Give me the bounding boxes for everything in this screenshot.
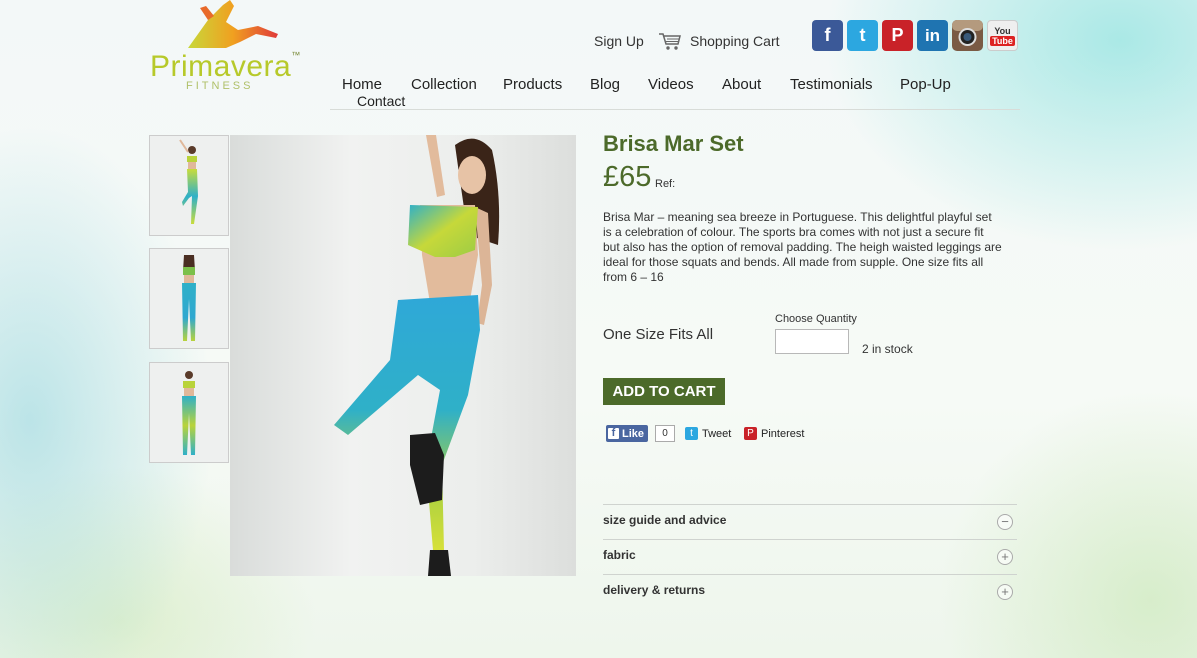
like-count: 0 [655, 425, 675, 442]
twitter-icon: t [685, 427, 698, 440]
facebook-icon: f [608, 428, 619, 439]
nav-contact[interactable]: Contact [357, 93, 405, 109]
twitter-icon[interactable]: t [847, 20, 878, 51]
accordion-divider [603, 539, 1017, 540]
expand-icon[interactable]: + [997, 549, 1013, 565]
product-price: £65 [603, 161, 652, 193]
accordion-divider [603, 504, 1017, 505]
nav-testimonials[interactable]: Testimonials [790, 76, 873, 93]
instagram-icon[interactable] [952, 20, 983, 51]
pinterest-icon: P [744, 427, 757, 440]
add-to-cart-button[interactable]: ADD TO CART [603, 378, 725, 405]
social-label: t [859, 25, 866, 45]
product-thumbnail[interactable] [149, 248, 229, 349]
nav-about[interactable]: About [722, 76, 761, 93]
nav-collection[interactable]: Collection [411, 76, 477, 93]
nav-videos[interactable]: Videos [648, 76, 694, 93]
logo-subtitle: FITNESS [186, 80, 254, 92]
sign-up-link[interactable]: Sign Up [594, 33, 644, 49]
shopping-cart-link[interactable]: Shopping Cart [690, 33, 780, 49]
pinterest-label: Pinterest [761, 427, 805, 440]
facebook-icon[interactable]: f [812, 20, 843, 51]
social-label: f [824, 25, 831, 45]
thumbnail-figure [182, 371, 196, 455]
collapse-icon[interactable]: − [997, 514, 1013, 530]
thumbnail-figure [182, 255, 196, 341]
quantity-input[interactable] [775, 329, 849, 354]
expand-icon[interactable]: + [997, 584, 1013, 600]
social-label: P [891, 25, 904, 45]
product-ref: Ref: [655, 178, 676, 190]
accordion-fabric[interactable]: fabric [603, 548, 636, 562]
nav-pop-up[interactable]: Pop-Up [900, 76, 951, 93]
product-description: Brisa Mar – meaning sea breeze in Portug… [603, 210, 1002, 284]
product-thumbnail[interactable] [149, 135, 229, 236]
accordion-size-guide[interactable]: size guide and advice [603, 513, 726, 527]
product-thumbnail[interactable] [149, 362, 229, 463]
nav-blog[interactable]: Blog [590, 76, 620, 93]
youtube-icon[interactable]: You Tube [987, 20, 1018, 51]
pinterest-icon[interactable]: P [882, 20, 913, 51]
like-label: Like [622, 427, 645, 440]
model-figure [334, 135, 500, 576]
nav-products[interactable]: Products [503, 76, 562, 93]
shopping-cart-icon[interactable] [658, 31, 682, 51]
tweet-label: Tweet [702, 427, 732, 440]
thumbnail-figure [179, 139, 198, 224]
linkedin-icon[interactable]: in [917, 20, 948, 51]
stock-status: 2 in stock [862, 342, 913, 356]
logo-wordmark[interactable]: Primavera™ [150, 50, 301, 84]
nav-divider [330, 109, 1020, 110]
youtube-label: You Tube [990, 25, 1015, 46]
product-title: Brisa Mar Set [603, 131, 744, 156]
nav-home[interactable]: Home [342, 76, 382, 93]
product-main-image[interactable] [230, 135, 576, 576]
accordion-divider [603, 574, 1017, 575]
accordion-delivery-returns[interactable]: delivery & returns [603, 583, 705, 597]
size-label: One Size Fits All [603, 326, 714, 343]
quantity-label: Choose Quantity [775, 313, 857, 325]
tweet-button[interactable]: t Tweet [685, 425, 731, 442]
pinterest-button[interactable]: P Pinterest [744, 425, 804, 442]
facebook-like-button[interactable]: f Like [606, 425, 649, 442]
social-label: in [924, 25, 941, 45]
instagram-glyph [952, 20, 983, 51]
